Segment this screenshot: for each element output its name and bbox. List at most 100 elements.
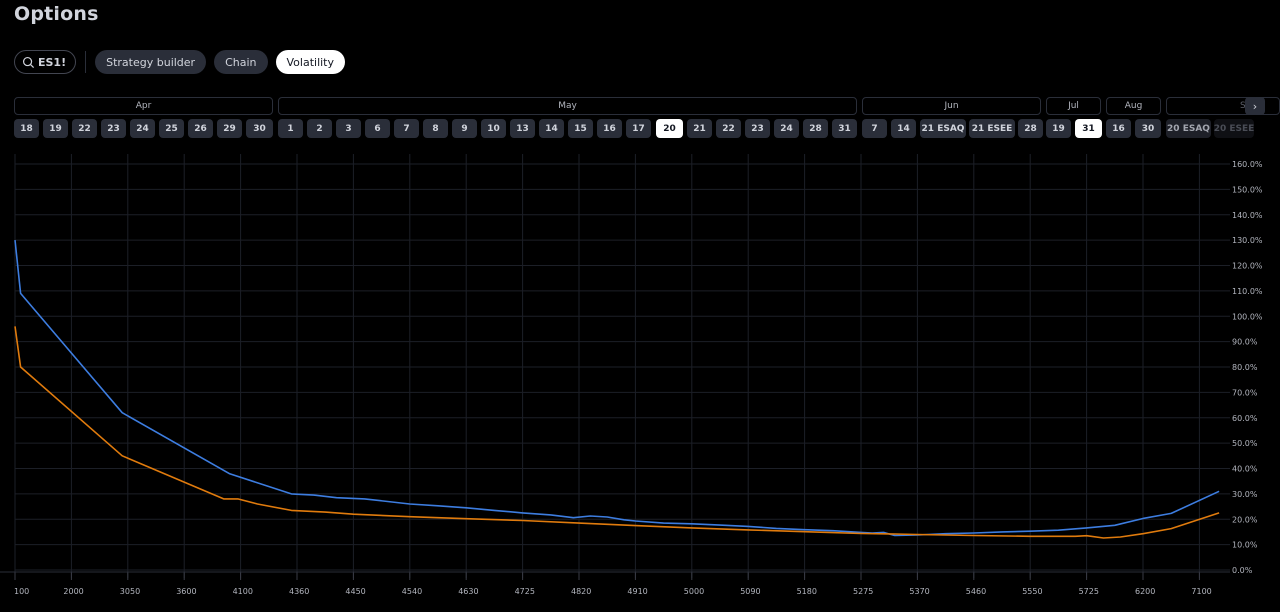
expiration-date-chip[interactable]: 18 <box>14 119 39 138</box>
tab-chain[interactable]: Chain <box>214 50 268 74</box>
expiration-date-chip[interactable]: 19 <box>1046 119 1071 138</box>
expiration-date-chip[interactable]: 24 <box>130 119 155 138</box>
expiration-date-chip[interactable]: 26 <box>188 119 213 138</box>
x-tick-label: 4820 <box>571 587 591 596</box>
x-tick-label: 4100 <box>233 587 253 596</box>
search-icon <box>22 56 35 68</box>
y-tick-label: 80.0% <box>1232 363 1258 372</box>
options-toolbar: ES1! Strategy builder Chain Volatility <box>14 50 346 74</box>
x-tick-label: 6200 <box>1135 587 1155 596</box>
chevron-right-icon: › <box>1252 99 1258 113</box>
x-tick-label: 5275 <box>853 587 873 596</box>
expiration-date-chip[interactable]: 28 <box>803 119 828 138</box>
expiration-date-chip[interactable]: 13 <box>510 119 535 138</box>
y-tick-label: 20.0% <box>1232 515 1258 524</box>
tab-volatility[interactable]: Volatility <box>275 50 346 74</box>
x-tick-label: 3050 <box>120 587 140 596</box>
month-jun[interactable]: Jun <box>862 97 1041 115</box>
x-tick-label: 5090 <box>740 587 760 596</box>
expiration-dates: 18 19 22 23 24 25 26 29 30 1 2 3 6 7 8 9 10 13 14 15 16 17 20 2… <box>14 119 1280 138</box>
expiration-date-chip[interactable]: 23 <box>745 119 770 138</box>
x-tick-label: 5550 <box>1022 587 1042 596</box>
x-tick-label: 3600 <box>176 587 196 596</box>
expiration-date-chip[interactable]: 30 <box>246 119 273 138</box>
expiration-date-chip[interactable]: 9 <box>452 119 477 138</box>
expiration-date-chip[interactable]: 25 <box>159 119 184 138</box>
expiration-date-chip[interactable]: 19 <box>43 119 68 138</box>
x-tick-label: 2000 <box>63 587 83 596</box>
y-tick-label: 70.0% <box>1232 388 1258 397</box>
symbol-search-button[interactable]: ES1! <box>14 50 77 74</box>
y-tick-label: 40.0% <box>1232 465 1258 474</box>
page-title: Options <box>14 3 99 25</box>
expiration-date-chip[interactable]: 7 <box>394 119 419 138</box>
y-tick-label: 90.0% <box>1232 338 1258 347</box>
y-tick-label: 100.0% <box>1232 312 1263 321</box>
x-tick-label: 100 <box>14 587 29 596</box>
y-tick-label: 150.0% <box>1232 185 1263 194</box>
expiration-date-chip[interactable]: 31 <box>1075 119 1102 138</box>
expiration-date-chip[interactable]: 14 <box>539 119 564 138</box>
scroll-next-button[interactable]: › <box>1245 97 1265 115</box>
expiration-date-chip[interactable]: 2 <box>307 119 332 138</box>
toolbar-divider <box>85 51 87 73</box>
x-tick-label: 5000 <box>684 587 704 596</box>
expiration-date-chip[interactable]: 3 <box>336 119 361 138</box>
month-jul[interactable]: Jul <box>1046 97 1101 115</box>
expiration-date-chip[interactable]: 20 <box>656 119 683 138</box>
expiration-date-chip[interactable]: 24 <box>774 119 799 138</box>
x-tick-label: 4725 <box>515 587 535 596</box>
expiration-date-chip[interactable]: 21 ESAQ <box>920 119 966 138</box>
month-aug[interactable]: Aug <box>1106 97 1161 115</box>
x-tick-label: 4360 <box>289 587 309 596</box>
series-line-1[interactable] <box>14 240 1220 537</box>
x-tick-label: 4630 <box>458 587 478 596</box>
x-tick-label: 5460 <box>966 587 986 596</box>
expiration-date-chip[interactable]: 10 <box>481 119 506 138</box>
y-tick-label: 50.0% <box>1232 439 1258 448</box>
series-line-2[interactable] <box>14 326 1220 539</box>
expiration-date-chip[interactable]: 21 ESEE <box>969 119 1015 138</box>
symbol-label: ES1! <box>38 55 67 69</box>
expiration-date-chip[interactable]: 20 ESEE <box>1214 119 1254 138</box>
x-tick-label: 5180 <box>797 587 817 596</box>
y-tick-label: 60.0% <box>1232 414 1258 423</box>
expiration-date-chip[interactable]: 16 <box>597 119 622 138</box>
y-tick-label: 160.0% <box>1232 160 1263 169</box>
expiration-date-chip[interactable]: 29 <box>217 119 242 138</box>
x-tick-label: 5370 <box>909 587 929 596</box>
expiration-date-chip[interactable]: 14 <box>891 119 916 138</box>
expiration-date-chip[interactable]: 16 <box>1106 119 1131 138</box>
x-tick-label: 4450 <box>345 587 365 596</box>
y-tick-label: 30.0% <box>1232 490 1258 499</box>
tab-strategy-builder[interactable]: Strategy builder <box>95 50 207 74</box>
volatility-chart[interactable]: 0.0% 10.0% 20.0% 30.0% 40.0% 50.0% 60.0% 70.0% 8… <box>0 150 1280 612</box>
expiration-date-chip[interactable]: 20 ESAQ <box>1166 119 1211 138</box>
expiration-date-chip[interactable]: 1 <box>278 119 303 138</box>
expiration-date-chip[interactable]: 6 <box>365 119 390 138</box>
expiration-date-chip[interactable]: 30 <box>1135 119 1161 138</box>
expiration-date-chip[interactable]: 8 <box>423 119 448 138</box>
y-tick-label: 130.0% <box>1232 236 1263 245</box>
y-tick-label: 140.0% <box>1232 211 1263 220</box>
month-may[interactable]: May <box>278 97 857 115</box>
x-tick-label: 4540 <box>402 587 422 596</box>
y-tick-label: 120.0% <box>1232 262 1263 271</box>
expiration-date-chip[interactable]: 31 <box>832 119 857 138</box>
x-tick-label: 4910 <box>627 587 647 596</box>
x-tick-label: 5725 <box>1079 587 1099 596</box>
x-tick-label: 7100 <box>1191 587 1211 596</box>
y-tick-label: 0.0% <box>1232 566 1253 575</box>
expiration-date-chip[interactable]: 22 <box>72 119 97 138</box>
y-tick-label: 10.0% <box>1232 541 1258 550</box>
expiration-date-chip[interactable]: 22 <box>716 119 741 138</box>
expiration-date-chip[interactable]: 23 <box>101 119 126 138</box>
expiration-months: Apr May Jun Jul Aug Sep <box>14 97 1280 115</box>
expiration-date-chip[interactable]: 7 <box>862 119 887 138</box>
expiration-date-chip[interactable]: 15 <box>568 119 593 138</box>
expiration-date-chip[interactable]: 21 <box>687 119 712 138</box>
expiration-date-chip[interactable]: 17 <box>626 119 651 138</box>
month-apr[interactable]: Apr <box>14 97 273 115</box>
y-tick-label: 110.0% <box>1232 287 1263 296</box>
expiration-date-chip[interactable]: 28 <box>1018 119 1043 138</box>
